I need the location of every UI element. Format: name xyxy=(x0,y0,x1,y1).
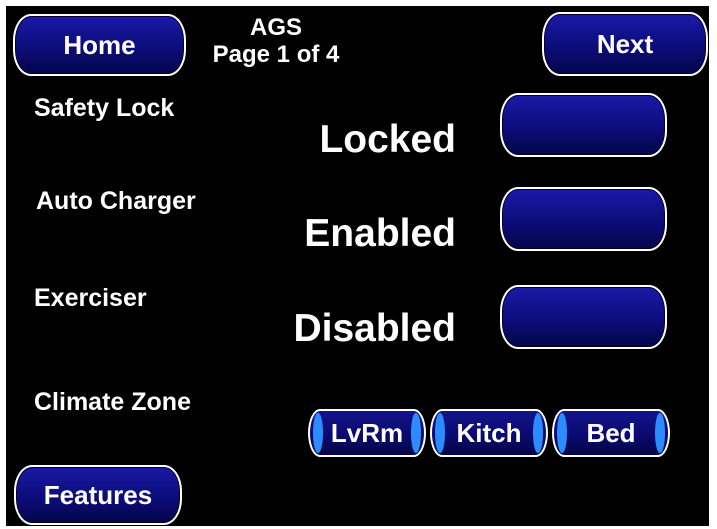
features-button[interactable]: Features xyxy=(14,465,182,525)
auto-charger-toggle-button[interactable] xyxy=(500,187,667,251)
next-button[interactable]: Next xyxy=(542,12,708,76)
auto-charger-status: Enabled xyxy=(304,212,456,255)
next-button-label: Next xyxy=(596,28,654,59)
zone-label-lvrm: LvRm xyxy=(330,417,404,448)
zone-cap-left xyxy=(313,413,323,453)
page-title: AGS xyxy=(249,14,302,41)
zone-label-kitch: Kitch xyxy=(456,417,522,448)
zone-cap-left xyxy=(435,413,445,453)
ags-panel: Home AGS Page 1 of 4 Next Safety Lock Lo… xyxy=(6,6,709,526)
home-button-label: Home xyxy=(63,29,136,60)
auto-charger-label: Auto Charger xyxy=(36,187,196,215)
page-indicator: Page 1 of 4 xyxy=(212,41,340,68)
safety-lock-toggle-button[interactable] xyxy=(500,93,667,157)
zone-button-bed[interactable]: Bed xyxy=(552,409,670,457)
exerciser-label: Exerciser xyxy=(34,284,147,312)
exerciser-toggle-button[interactable] xyxy=(500,285,667,349)
zone-button-kitch[interactable]: Kitch xyxy=(430,409,548,457)
screen: Home AGS Page 1 of 4 Next Safety Lock Lo… xyxy=(0,0,717,529)
zone-cap-right xyxy=(655,413,665,453)
zone-cap-right xyxy=(411,413,421,453)
exerciser-status: Disabled xyxy=(293,307,456,350)
features-button-label: Features xyxy=(43,479,153,510)
zone-cap-right xyxy=(533,413,543,453)
zone-label-bed: Bed xyxy=(586,417,636,448)
zone-button-lvrm[interactable]: LvRm xyxy=(308,409,426,457)
safety-lock-label: Safety Lock xyxy=(34,94,175,122)
home-button[interactable]: Home xyxy=(13,14,186,76)
safety-lock-status: Locked xyxy=(319,118,456,161)
climate-zone-label: Climate Zone xyxy=(34,388,191,416)
zone-cap-left xyxy=(557,413,567,453)
